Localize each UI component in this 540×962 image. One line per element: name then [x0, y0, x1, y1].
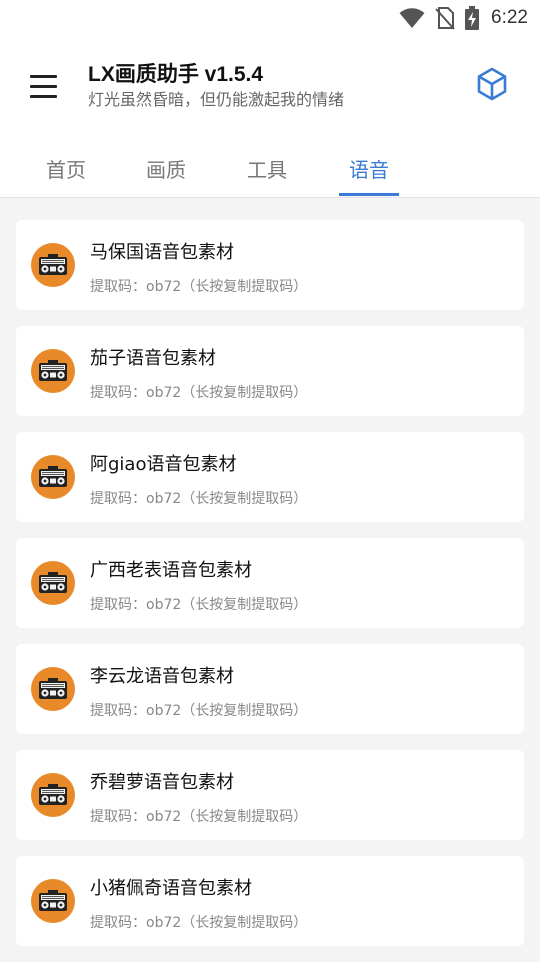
- voice-pack-title: 李云龙语音包素材: [90, 666, 234, 687]
- tab-quality[interactable]: 画质: [116, 154, 216, 183]
- radio-icon: [30, 242, 76, 288]
- no-sim-icon: [435, 7, 455, 30]
- menu-icon-line: [30, 84, 57, 88]
- extraction-code-text[interactable]: 提取码：ob72（长按复制提取码）: [90, 276, 307, 296]
- tab-indicator: [339, 193, 399, 196]
- extraction-code-text[interactable]: 提取码：ob72（长按复制提取码）: [90, 382, 307, 402]
- voice-pack-list: 马保国语音包素材 提取码：ob72（长按复制提取码） 茄子语音包素材 提取码：ob7…: [16, 220, 524, 962]
- wifi-icon: [399, 8, 425, 28]
- radio-icon: [30, 560, 76, 606]
- menu-icon-line: [30, 94, 57, 98]
- radio-icon: [30, 666, 76, 712]
- voice-pack-card[interactable]: 小猪佩奇语音包素材提取码：ob72（长按复制提取码）: [16, 856, 524, 946]
- tab-bar: 首页 画质 工具 语音: [0, 136, 540, 198]
- status-bar: 6:22: [0, 0, 540, 36]
- battery-charging-icon: [465, 6, 480, 30]
- app-subtitle: 灯光虽然昏暗，但仍能激起我的情绪: [88, 90, 345, 109]
- tab-home[interactable]: 首页: [16, 154, 116, 183]
- tab-voice[interactable]: 语音: [319, 154, 419, 183]
- voice-pack-title: 广西老表语音包素材: [90, 560, 252, 581]
- voice-pack-title: 乔碧萝语音包素材: [90, 772, 234, 793]
- tab-tools[interactable]: 工具: [217, 154, 317, 183]
- voice-pack-title: 马保国语音包素材: [90, 242, 234, 263]
- voice-pack-card[interactable]: 广西老表语音包素材提取码：ob72（长按复制提取码）: [16, 538, 524, 628]
- status-icons: 6:22: [399, 4, 528, 32]
- extraction-code-text[interactable]: 提取码：ob72（长按复制提取码）: [90, 488, 307, 508]
- extraction-code-text[interactable]: 提取码：ob72（长按复制提取码）: [90, 806, 307, 826]
- radio-icon: [30, 772, 76, 818]
- radio-icon: [30, 348, 76, 394]
- extraction-code-text[interactable]: 提取码：ob72（长按复制提取码）: [90, 912, 307, 932]
- status-time: 6:22: [491, 7, 528, 28]
- voice-pack-title: 阿giao语音包素材: [90, 454, 237, 475]
- voice-pack-card[interactable]: 茄子语音包素材提取码：ob72（长按复制提取码）: [16, 326, 524, 416]
- radio-icon: [30, 454, 76, 500]
- app-bar: LX画质助手 v1.5.4 灯光虽然昏暗，但仍能激起我的情绪: [0, 36, 540, 136]
- extraction-code-text[interactable]: 提取码：ob72（长按复制提取码）: [90, 700, 307, 720]
- menu-button[interactable]: [24, 66, 64, 106]
- cube-button[interactable]: [472, 64, 512, 104]
- voice-pack-card[interactable]: 乔碧萝语音包素材提取码：ob72（长按复制提取码）: [16, 750, 524, 840]
- voice-pack-card[interactable]: 阿giao语音包素材提取码：ob72（长按复制提取码）: [16, 432, 524, 522]
- extraction-code-text[interactable]: 提取码：ob72（长按复制提取码）: [90, 594, 307, 614]
- radio-icon: [30, 878, 76, 924]
- menu-icon: [30, 74, 57, 78]
- voice-pack-title: 茄子语音包素材: [90, 348, 216, 369]
- voice-pack-card[interactable]: 李云龙语音包素材提取码：ob72（长按复制提取码）: [16, 644, 524, 734]
- voice-pack-card[interactable]: 马保国语音包素材提取码：ob72（长按复制提取码）: [16, 220, 524, 310]
- app-title: LX画质助手 v1.5.4: [88, 63, 264, 86]
- cube-icon: [477, 67, 507, 101]
- voice-pack-title: 小猪佩奇语音包素材: [90, 878, 252, 899]
